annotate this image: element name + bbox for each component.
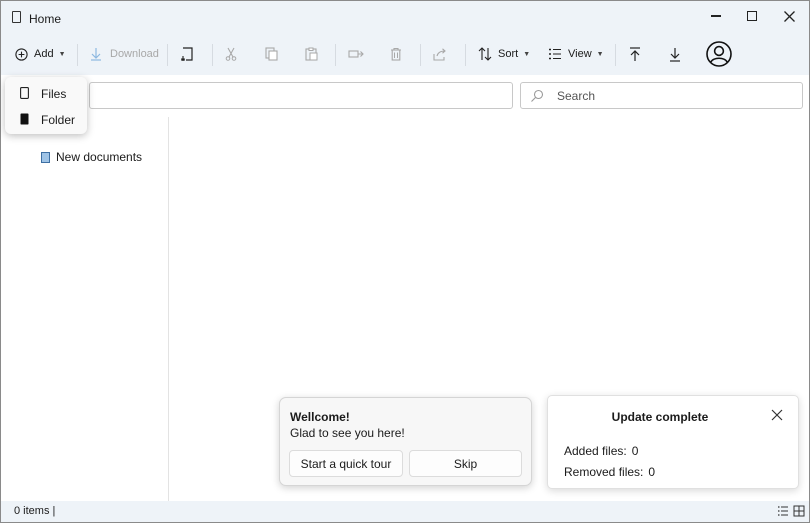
copy-icon [265, 47, 278, 61]
document-icon [41, 151, 50, 163]
added-files-row: Added files: 0 [564, 444, 638, 458]
menu-item-label: Files [41, 87, 67, 101]
folder-filled-icon [20, 113, 29, 125]
toolbar: Add ▼ Download Sort ▼ View ▼ [1, 33, 809, 75]
download-arrow-icon [91, 48, 101, 61]
paste-button[interactable] [305, 33, 318, 75]
view-button[interactable]: View ▼ [548, 33, 604, 75]
title-bar: Home [1, 1, 809, 33]
toolbar-divider [335, 44, 336, 66]
download-label: Download [110, 48, 159, 60]
delete-button[interactable] [390, 33, 402, 75]
download-button[interactable]: Download [90, 33, 159, 75]
minimize-button[interactable] [696, 1, 736, 31]
menu-item-files[interactable]: Files [5, 80, 87, 106]
scissors-icon [225, 47, 237, 61]
file-outline-icon [20, 87, 29, 99]
toolbar-divider [167, 44, 168, 66]
add-label: Add [34, 48, 54, 60]
rename-icon [181, 46, 193, 61]
search-box [520, 82, 803, 109]
toolbar-divider [465, 44, 466, 66]
chevron-down-icon: ▼ [523, 50, 531, 58]
list-view-icon [549, 48, 561, 60]
share-button[interactable] [433, 33, 447, 75]
welcome-popup: Wellcome! Glad to see you here! Start a … [279, 397, 532, 486]
search-icon [531, 89, 544, 102]
add-dropdown-menu: Files Folder [5, 77, 87, 134]
arrow-to-top-icon [630, 46, 640, 61]
welcome-title: Wellcome! [290, 410, 350, 424]
maximize-icon [747, 11, 757, 21]
item-count-text: 0 items | [14, 505, 56, 517]
toolbar-divider [420, 44, 421, 66]
menu-item-label: Folder [41, 113, 76, 127]
start-tour-button[interactable]: Start a quick tour [289, 450, 403, 477]
menu-item-folder[interactable]: Folder [5, 106, 87, 132]
chevron-down-icon: ▼ [596, 50, 604, 58]
toolbar-divider [615, 44, 616, 66]
details-view-icon[interactable] [777, 505, 789, 517]
avatar-icon [706, 41, 732, 67]
notification-title: Update complete [611, 410, 709, 424]
sort-label: Sort [498, 48, 519, 60]
move-to-top-button[interactable] [629, 33, 641, 75]
close-icon [783, 10, 795, 22]
minimize-icon [711, 15, 721, 17]
sort-button[interactable]: Sort ▼ [478, 33, 530, 75]
copy-button[interactable] [265, 33, 278, 75]
maximize-button[interactable] [732, 1, 772, 31]
update-notification: Update complete Added files: 0 Removed fi… [547, 395, 799, 489]
tiles-view-icon[interactable] [793, 505, 805, 517]
close-window-button[interactable] [769, 1, 809, 31]
document-icon [12, 11, 21, 23]
nav-item-new-documents[interactable]: New documents [41, 149, 142, 165]
toolbar-divider [212, 44, 213, 66]
share-icon [433, 47, 446, 61]
removed-files-value: 0 [648, 465, 656, 479]
skip-button[interactable]: Skip [409, 450, 522, 477]
user-account-button[interactable] [706, 33, 732, 75]
add-circle-icon [15, 47, 28, 61]
chevron-down-icon: ▼ [58, 50, 66, 58]
status-bar: 0 items | [1, 501, 809, 522]
move-to-bottom-button[interactable] [669, 33, 681, 75]
added-files-label: Added files: [564, 444, 627, 458]
arrow-to-bottom-icon [670, 47, 680, 62]
added-files-value: 0 [631, 444, 639, 458]
window-title: Home [29, 12, 62, 26]
cut-button[interactable] [225, 33, 237, 75]
nav-item-label: New documents [56, 150, 143, 164]
navigation-pane: New documents [1, 117, 169, 501]
paste-icon [305, 47, 318, 61]
close-icon[interactable] [770, 408, 784, 422]
address-bar[interactable] [89, 82, 513, 109]
view-label: View [568, 48, 592, 60]
move-to-button[interactable] [348, 33, 364, 75]
toolbar-divider [77, 44, 78, 66]
add-button[interactable]: Add ▼ [15, 33, 66, 75]
search-input[interactable] [557, 88, 787, 104]
sort-icon [478, 47, 492, 61]
move-to-icon [348, 50, 364, 58]
welcome-message: Glad to see you here! [290, 426, 405, 440]
removed-files-label: Removed files: [564, 465, 644, 479]
removed-files-row: Removed files: 0 [564, 465, 655, 479]
rename-button[interactable] [180, 33, 194, 75]
trash-icon [391, 47, 401, 61]
